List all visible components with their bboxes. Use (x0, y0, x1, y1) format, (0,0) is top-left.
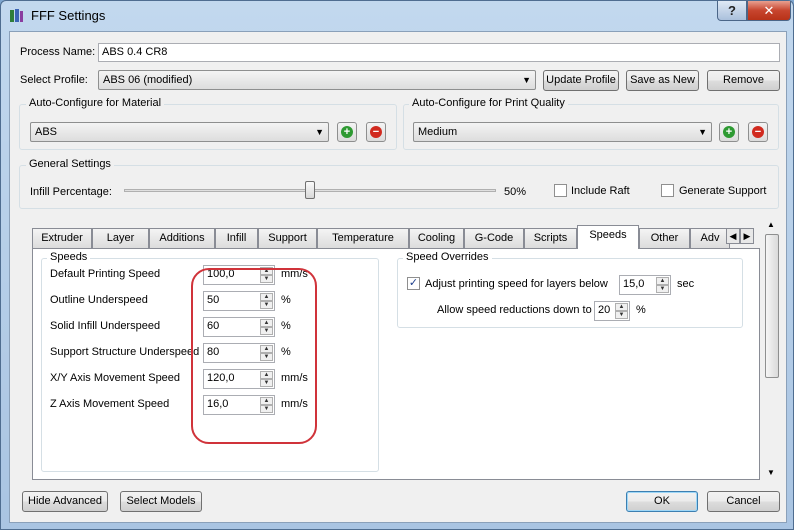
quality-select[interactable]: Medium ▼ (413, 122, 712, 142)
quality-select-value: Medium (418, 126, 458, 138)
speeds-panel: Speeds Default Printing Speed 100,0 ▲ ▼ mm/s… (32, 248, 760, 480)
scroll-down-icon[interactable]: ▼ (767, 468, 775, 477)
speed-row-label: Solid Infill Underspeed (50, 320, 161, 332)
scroll-up-icon[interactable]: ▲ (767, 220, 775, 229)
tab-other[interactable]: Other (639, 228, 690, 248)
adjust-speed-unit: sec (677, 278, 695, 290)
remove-quality-button[interactable]: − (748, 122, 768, 142)
adjust-speed-label: Adjust printing speed for layers below (425, 278, 608, 290)
chevron-down-icon: ▼ (315, 127, 324, 137)
speed-row-label: Z Axis Movement Speed (50, 398, 170, 410)
tab-layer[interactable]: Layer (92, 228, 149, 248)
process-name-label: Process Name: (20, 46, 96, 58)
chevron-down-icon: ▼ (698, 127, 707, 137)
tab-support[interactable]: Support (258, 228, 317, 248)
adjust-speed-checkbox[interactable]: ✓ (407, 277, 420, 290)
tab-scroll-left-icon[interactable]: ◀ (726, 228, 740, 244)
process-name-input[interactable]: ABS 0.4 CR8 (98, 43, 780, 62)
chevron-down-icon: ▼ (522, 75, 531, 85)
spin-up-icon[interactable]: ▲ (615, 303, 628, 311)
minus-icon: − (752, 126, 764, 138)
ok-button[interactable]: OK (626, 491, 698, 512)
close-button[interactable]: ✕ (747, 1, 791, 21)
update-profile-button[interactable]: Update Profile (543, 70, 619, 91)
help-button[interactable]: ? (717, 1, 747, 21)
select-models-button[interactable]: Select Models (120, 491, 202, 512)
plus-icon: + (723, 126, 735, 138)
spin-up-icon[interactable]: ▲ (656, 277, 669, 285)
tab-additions[interactable]: Additions (149, 228, 215, 248)
speed-row-label: Default Printing Speed (50, 268, 161, 280)
add-material-button[interactable]: + (337, 122, 357, 142)
adjust-speed-spinbox[interactable]: 15,0 ▲ ▼ (619, 275, 671, 295)
material-select-value: ABS (35, 126, 58, 138)
title-bar[interactable]: FFF Settings ? ✕ (1, 1, 793, 31)
save-as-new-button[interactable]: Save as New (626, 70, 699, 91)
allow-reduction-unit: % (636, 304, 646, 316)
tab-advanced[interactable]: Adv (690, 228, 730, 248)
generate-support-label: Generate Support (679, 185, 767, 197)
cancel-button[interactable]: Cancel (707, 491, 780, 512)
speed-values-highlight (191, 268, 317, 444)
panel-scrollbar[interactable]: ▲ ▼ (764, 218, 781, 482)
allow-reduction-value: 20 (598, 304, 611, 316)
remove-material-button[interactable]: − (366, 122, 386, 142)
plus-icon: + (341, 126, 353, 138)
allow-reduction-label: Allow speed reductions down to (437, 304, 592, 316)
speed-row-label: X/Y Axis Movement Speed (50, 372, 181, 384)
add-quality-button[interactable]: + (719, 122, 739, 142)
tab-extruder[interactable]: Extruder (32, 228, 92, 248)
speed-overrides-group (397, 258, 743, 328)
infill-percentage-value: 50% (504, 186, 527, 198)
speed-row-label: Outline Underspeed (50, 294, 148, 306)
profile-select-value: ABS 06 (modified) (103, 74, 193, 86)
generate-support-checkbox[interactable] (661, 184, 674, 197)
remove-profile-button[interactable]: Remove (707, 70, 780, 91)
tab-scroll-right-icon[interactable]: ▶ (740, 228, 754, 244)
hide-advanced-button[interactable]: Hide Advanced (22, 491, 108, 512)
general-settings-title: General Settings (26, 158, 114, 170)
tab-speeds[interactable]: Speeds (577, 225, 639, 249)
dialog-body: Process Name: ABS 0.4 CR8 Select Profile… (9, 31, 787, 523)
minus-icon: − (370, 126, 382, 138)
spin-down-icon[interactable]: ▼ (615, 311, 628, 319)
tab-temperature[interactable]: Temperature (317, 228, 409, 248)
profile-select[interactable]: ABS 06 (modified) ▼ (98, 70, 536, 90)
speeds-group-title: Speeds (47, 251, 91, 263)
material-group-title: Auto-Configure for Material (26, 97, 165, 109)
adjust-speed-value: 15,0 (623, 278, 645, 290)
checkmark-icon: ✓ (408, 277, 419, 289)
tab-scripts[interactable]: Scripts (524, 228, 577, 248)
infill-slider-thumb[interactable] (305, 181, 315, 199)
allow-reduction-spinbox[interactable]: 20 ▲ ▼ (594, 301, 630, 321)
speed-overrides-title: Speed Overrides (403, 251, 492, 263)
window-title: FFF Settings (31, 8, 106, 23)
fff-settings-window: FFF Settings ? ✕ Process Name: ABS 0.4 C… (0, 0, 794, 530)
tab-gcode[interactable]: G-Code (464, 228, 524, 248)
tab-cooling[interactable]: Cooling (409, 228, 464, 248)
quality-group-title: Auto-Configure for Print Quality (409, 97, 568, 109)
tab-infill[interactable]: Infill (215, 228, 258, 248)
app-icon (10, 9, 23, 22)
material-select[interactable]: ABS ▼ (30, 122, 329, 142)
speed-row-label: Support Structure Underspeed (50, 346, 200, 358)
scrollbar-thumb[interactable] (765, 234, 779, 378)
infill-percentage-label: Infill Percentage: (30, 186, 112, 198)
include-raft-label: Include Raft (571, 185, 630, 197)
spin-down-icon[interactable]: ▼ (656, 285, 669, 293)
include-raft-checkbox[interactable] (554, 184, 567, 197)
select-profile-label: Select Profile: (20, 74, 88, 86)
